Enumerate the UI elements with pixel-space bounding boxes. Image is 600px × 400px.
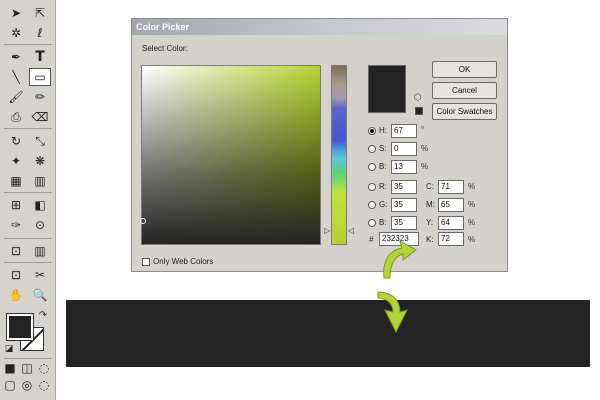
black-unit: % <box>468 235 476 244</box>
lasso-tool-icon[interactable]: ℓ <box>29 24 51 42</box>
direct-selection-tool-icon[interactable]: ⇱ <box>29 4 51 22</box>
brightness-label: B: <box>379 162 387 171</box>
tool-divider <box>4 238 52 239</box>
zoom-tool-icon[interactable]: 🔍 <box>29 286 51 304</box>
scissors-tool-icon[interactable]: ✂ <box>29 266 51 284</box>
only-web-colors-label: Only Web Colors <box>153 257 214 266</box>
gradient-mode-icon[interactable]: ◫ <box>19 361 35 375</box>
color-field[interactable] <box>141 65 321 245</box>
hex-label: # <box>369 235 374 244</box>
hue-unit: ° <box>421 125 425 134</box>
live-paint-tool-icon[interactable]: ⊡ <box>5 242 27 260</box>
tool-divider <box>4 358 52 359</box>
saturation-label: S: <box>379 144 387 153</box>
cyan-label: C: <box>426 182 434 191</box>
yellow-unit: % <box>468 218 476 227</box>
mesh-tool-icon[interactable]: ⊞ <box>5 196 27 214</box>
magic-wand-tool-icon[interactable]: ✲ <box>5 24 27 42</box>
type-tool-icon[interactable]: T <box>29 48 51 66</box>
yellow-field[interactable]: 64 <box>438 216 464 230</box>
line-tool-icon[interactable]: ╲ <box>5 68 27 86</box>
default-colors-icon[interactable]: ◪ <box>3 343 15 355</box>
tool-divider <box>4 128 52 129</box>
blue-field[interactable]: 35 <box>391 216 417 230</box>
bar-graph-tool-icon[interactable]: ▥ <box>29 242 51 260</box>
warp-tool-icon[interactable]: ✦ <box>5 152 27 170</box>
hue-slider-left-arrow-icon[interactable]: ▷ <box>324 226 330 235</box>
saturation-field[interactable]: 0 <box>391 142 417 156</box>
blue-radio[interactable] <box>368 219 376 227</box>
tool-palette: ➤ ⇱ ✲ ℓ ✒ T ╲ ▭ 🖌 ✏ ⎙ ⌫ ↻ ⤡ ✦ ❋ ▦ ▥ ⊞ ◧ … <box>0 0 56 400</box>
green-field[interactable]: 35 <box>391 198 417 212</box>
magenta-unit: % <box>468 200 476 209</box>
hue-slider-right-arrow-icon[interactable]: ◁ <box>348 226 354 235</box>
gamut-warning-icon[interactable]: ⬡ <box>414 93 422 103</box>
blend-tool-icon[interactable]: ⊙ <box>29 216 51 234</box>
tool-divider <box>4 44 52 45</box>
only-web-colors-checkbox[interactable] <box>142 258 150 266</box>
red-label: R: <box>379 182 387 191</box>
magenta-label: M: <box>426 200 435 209</box>
hue-slider[interactable] <box>331 65 347 245</box>
brightness-field[interactable]: 13 <box>391 160 417 174</box>
brightness-radio[interactable] <box>368 163 376 171</box>
hand-tool-icon[interactable]: ✋ <box>5 286 27 304</box>
cyan-unit: % <box>468 182 476 191</box>
select-color-label: Select Color: <box>142 44 188 53</box>
presentation-mode-icon[interactable]: ◌ <box>36 378 52 392</box>
cancel-button[interactable]: Cancel <box>432 82 497 99</box>
blue-label: B: <box>379 218 387 227</box>
color-mode-icon[interactable]: ■ <box>2 361 18 375</box>
curved-arrow-up-icon <box>383 239 417 279</box>
slice-tool-icon[interactable]: ⊡ <box>5 266 27 284</box>
pen-tool-icon[interactable]: ✒ <box>5 48 27 66</box>
ok-button[interactable]: OK <box>432 61 497 78</box>
pencil-tool-icon[interactable]: ✏ <box>29 88 51 106</box>
red-field[interactable]: 35 <box>391 180 417 194</box>
green-radio[interactable] <box>368 201 376 209</box>
column-graph-tool-icon[interactable]: ▥ <box>29 172 51 190</box>
gamut-color-swatch[interactable] <box>415 107 423 115</box>
dialog-title: Color Picker <box>132 19 507 35</box>
magenta-field[interactable]: 65 <box>438 198 464 212</box>
paintbrush-tool-icon[interactable]: 🖌 <box>5 88 27 106</box>
swap-colors-icon[interactable]: ↷ <box>36 309 50 321</box>
color-picker-dialog: Color Picker Select Color: ▷ ◁ ⬡ OK Canc… <box>131 18 508 272</box>
color-sample-band <box>66 300 590 367</box>
scale-tool-icon[interactable]: ⤡ <box>29 132 51 150</box>
standard-screen-mode-icon[interactable]: ▢ <box>2 378 18 392</box>
color-preview <box>368 65 406 113</box>
eraser-tool-icon[interactable]: ⌫ <box>29 108 51 126</box>
black-field[interactable]: 72 <box>438 232 464 246</box>
red-radio[interactable] <box>368 183 376 191</box>
saturation-unit: % <box>421 144 429 153</box>
saturation-radio[interactable] <box>368 145 376 153</box>
tool-divider <box>4 192 52 193</box>
rotate-tool-icon[interactable]: ↻ <box>5 132 27 150</box>
full-screen-mode-icon[interactable]: ◎ <box>19 378 35 392</box>
symbol-sprayer-tool-icon[interactable]: ▦ <box>5 172 27 190</box>
color-swatches-button[interactable]: Color Swatches <box>432 103 497 120</box>
fill-color-swatch[interactable] <box>6 313 34 341</box>
brightness-unit: % <box>421 162 429 171</box>
green-label: G: <box>379 200 388 209</box>
gradient-tool-icon[interactable]: ◧ <box>29 196 51 214</box>
color-field-marker[interactable] <box>140 218 146 224</box>
tool-divider <box>4 262 52 263</box>
yellow-label: Y: <box>426 218 434 227</box>
selection-tool-icon[interactable]: ➤ <box>5 4 27 22</box>
cyan-field[interactable]: 71 <box>438 180 464 194</box>
eyedropper-tool-icon[interactable]: ✑ <box>5 216 27 234</box>
hue-field[interactable]: 67 <box>391 124 417 138</box>
black-label: K: <box>426 235 434 244</box>
hue-radio[interactable] <box>368 127 376 135</box>
curved-arrow-down-icon <box>377 291 408 334</box>
rectangle-tool-icon[interactable]: ▭ <box>29 68 51 86</box>
hue-label: H: <box>379 126 387 135</box>
none-mode-icon[interactable]: ◌ <box>36 361 52 375</box>
free-transform-tool-icon[interactable]: ❋ <box>29 152 51 170</box>
blob-brush-tool-icon[interactable]: ⎙ <box>5 108 27 126</box>
